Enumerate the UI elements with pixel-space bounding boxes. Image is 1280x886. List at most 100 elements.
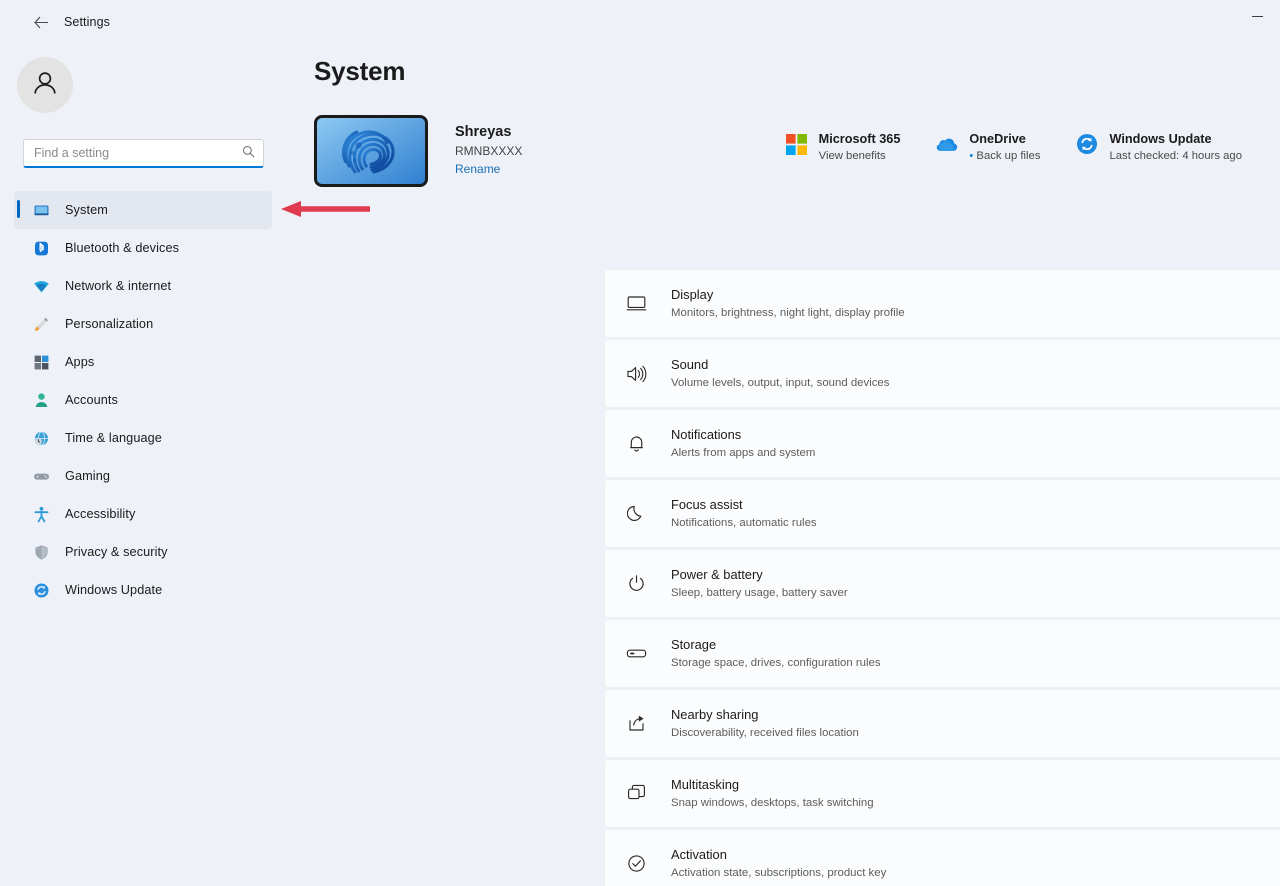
sidebar-item-time-language[interactable]: Time & language — [14, 419, 272, 457]
quick-card-onedrive[interactable]: OneDrive • Back up files — [936, 127, 1056, 168]
sidebar-item-label: Accessibility — [65, 507, 136, 521]
settings-row-title: Focus assist — [671, 497, 743, 513]
sidebar-item-accounts[interactable]: Accounts — [14, 381, 272, 419]
sidebar-item-system[interactable]: System — [14, 191, 272, 229]
minimize-button[interactable] — [1234, 0, 1280, 32]
sidebar-item-label: System — [65, 203, 108, 217]
page-title: System — [314, 56, 406, 86]
settings-row-subtitle: Sleep, battery usage, battery saver — [671, 586, 848, 599]
settings-row-storage[interactable]: Storage Storage space, drives, configura… — [604, 619, 1280, 688]
device-info: Shreyas RMNBXXXX Rename — [455, 123, 522, 180]
settings-row-multitasking[interactable]: Multitasking Snap windows, desktops, tas… — [604, 759, 1280, 828]
settings-row-focus-assist[interactable]: Focus assist Notifications, automatic ru… — [604, 479, 1280, 548]
windows-update-icon — [1076, 133, 1098, 155]
sidebar-item-privacy-security[interactable]: Privacy & security — [14, 533, 272, 571]
quick-card-windows-update[interactable]: Windows Update Last checked: 4 hours ago — [1076, 127, 1258, 168]
device-model: RMNBXXXX — [455, 144, 523, 159]
gamepad-icon — [33, 468, 50, 485]
sidebar-item-label: Bluetooth & devices — [65, 241, 180, 255]
wifi-icon — [33, 278, 50, 295]
sidebar-item-label: Apps — [65, 355, 95, 369]
rename-link[interactable]: Rename — [455, 160, 522, 179]
sidebar-item-label: Accounts — [65, 393, 118, 407]
windows-stack-icon — [619, 784, 653, 803]
check-circle-icon — [619, 854, 653, 873]
settings-row-power-battery[interactable]: Power & battery Sleep, battery usage, ba… — [604, 549, 1280, 618]
settings-row-notifications[interactable]: Notifications Alerts from apps and syste… — [604, 409, 1280, 478]
settings-row-nearby-sharing[interactable]: Nearby sharing Discoverability, received… — [604, 689, 1280, 758]
person-avatar-icon — [30, 68, 60, 103]
sidebar-item-label: Network & internet — [65, 279, 172, 293]
settings-row-subtitle: Alerts from apps and system — [671, 446, 816, 459]
quick-card-title: Microsoft 365 — [818, 132, 901, 146]
bluetooth-icon — [33, 240, 50, 257]
sidebar-nav: System Bluetooth & devices Network & int… — [0, 191, 290, 609]
settings-row-subtitle: Snap windows, desktops, task switching — [671, 796, 874, 809]
power-icon — [619, 574, 653, 593]
settings-row-subtitle: Volume levels, output, input, sound devi… — [671, 376, 890, 389]
sidebar-item-windows-update[interactable]: Windows Update — [14, 571, 272, 609]
settings-row-title: Storage — [671, 637, 717, 653]
refresh-sync-icon — [33, 582, 50, 599]
settings-row-title: Nearby sharing — [671, 707, 759, 723]
window-controls — [1234, 0, 1280, 44]
minimize-icon — [1251, 15, 1263, 17]
settings-row-title: Activation — [671, 847, 727, 863]
onedrive-cloud-icon — [936, 133, 958, 155]
search-box[interactable] — [23, 139, 264, 168]
device-name: Shreyas — [455, 123, 512, 140]
settings-row-activation[interactable]: Activation Activation state, subscriptio… — [604, 829, 1280, 886]
settings-row-title: Power & battery — [671, 567, 763, 583]
settings-row-subtitle: Discoverability, received files location — [671, 726, 859, 739]
settings-row-sound[interactable]: Sound Volume levels, output, input, soun… — [604, 339, 1280, 408]
bell-icon — [619, 434, 653, 453]
quick-cards: Microsoft 365 View benefits OneDrive • B… — [786, 127, 1258, 168]
back-button[interactable] — [24, 7, 58, 37]
sidebar-item-network-internet[interactable]: Network & internet — [14, 267, 272, 305]
sidebar-item-apps[interactable]: Apps — [14, 343, 272, 381]
settings-row-title: Notifications — [671, 427, 742, 443]
status-dot: • — [969, 150, 974, 163]
settings-row-title: Sound — [671, 357, 709, 373]
moon-icon — [619, 504, 653, 523]
settings-list: Display Monitors, brightness, night ligh… — [604, 269, 1280, 886]
windows-bloom-wallpaper-device-icon — [314, 115, 428, 187]
settings-row-subtitle: Activation state, subscriptions, product… — [671, 866, 887, 879]
quick-card-subtitle: • Back up files — [969, 148, 1040, 165]
sidebar-item-bluetooth-devices[interactable]: Bluetooth & devices — [14, 229, 272, 267]
settings-row-subtitle: Notifications, automatic rules — [671, 516, 817, 529]
sidebar-item-label: Privacy & security — [65, 545, 168, 559]
app-title: Settings — [64, 15, 110, 29]
sidebar-item-label: Personalization — [65, 317, 154, 331]
monitor-icon — [33, 202, 50, 219]
quick-card-subtitle-text: Back up files — [976, 150, 1041, 163]
sidebar: System Bluetooth & devices Network & int… — [0, 44, 290, 886]
settings-row-display[interactable]: Display Monitors, brightness, night ligh… — [604, 269, 1280, 338]
shield-icon — [33, 544, 50, 561]
quick-card-subtitle: Last checked: 4 hours ago — [1109, 150, 1242, 163]
sidebar-item-gaming[interactable]: Gaming — [14, 457, 272, 495]
sidebar-item-label: Time & language — [65, 431, 162, 445]
quick-card-microsoft-365[interactable]: Microsoft 365 View benefits — [786, 127, 917, 168]
speaker-icon — [619, 365, 653, 383]
avatar[interactable] — [17, 57, 73, 113]
back-arrow-icon — [33, 16, 49, 29]
accessibility-person-icon — [33, 506, 50, 523]
settings-row-title: Multitasking — [671, 777, 740, 793]
settings-row-subtitle: Monitors, brightness, night light, displ… — [671, 306, 905, 319]
quick-card-title: Windows Update — [1109, 132, 1212, 146]
paintbrush-icon — [33, 316, 50, 333]
sidebar-item-personalization[interactable]: Personalization — [14, 305, 272, 343]
sidebar-item-accessibility[interactable]: Accessibility — [14, 495, 272, 533]
sidebar-item-label: Windows Update — [65, 583, 163, 597]
microsoft-logo-icon — [786, 133, 808, 155]
share-icon — [619, 714, 653, 733]
quick-card-subtitle: View benefits — [818, 150, 886, 163]
settings-row-title: Display — [671, 287, 714, 303]
apps-grid-icon — [33, 354, 50, 371]
search-input[interactable] — [23, 139, 264, 168]
title-bar: Settings — [0, 0, 1280, 44]
display-monitor-icon — [619, 295, 653, 312]
settings-row-subtitle: Storage space, drives, configuration rul… — [671, 656, 881, 669]
sidebar-item-label: Gaming — [65, 469, 111, 483]
